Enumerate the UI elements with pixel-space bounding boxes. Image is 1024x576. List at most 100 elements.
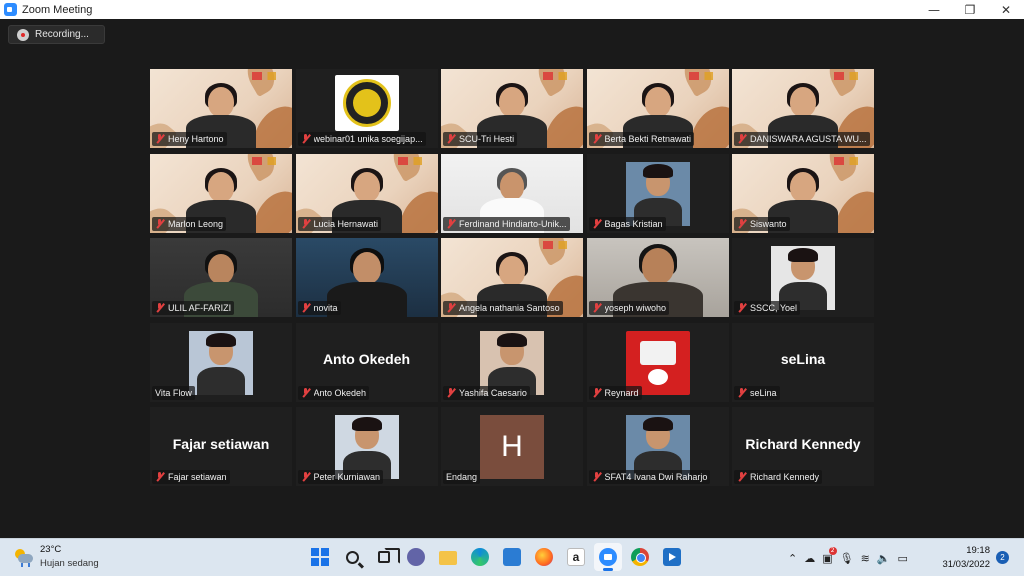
participant-tile[interactable]: Angela nathania Santoso (441, 238, 583, 317)
participant-name-label: Marlon Leong (152, 216, 227, 231)
onedrive-icon[interactable]: ☁ (804, 552, 815, 565)
chrome-button[interactable] (626, 543, 654, 571)
participant-tile[interactable]: Marlon Leong (150, 153, 292, 233)
participant-name: Bagas Kristian (604, 218, 663, 229)
minimize-button[interactable]: — (916, 0, 952, 19)
participant-name-label: Ferdinand Hindiarto-Unik... (443, 216, 570, 231)
weather-widget[interactable]: 23°C Hujan sedang (14, 544, 99, 569)
participant-tile[interactable]: Yashifa Caesario (441, 322, 583, 402)
maximize-button[interactable]: ❐ (952, 0, 988, 19)
mic-muted-icon (592, 218, 601, 229)
battery-icon[interactable]: ▭ (898, 552, 908, 565)
participant-name: SFAT4 Ivana Dwi Raharjo (604, 472, 708, 482)
folder-icon (439, 551, 457, 565)
participant-avatar-image (625, 330, 690, 395)
search-button[interactable] (338, 543, 366, 571)
participant-tile[interactable]: Ferdinand Hindiarto-Unik... (441, 153, 583, 233)
participant-name-label: Anto Okedeh (297, 385, 370, 400)
mic-muted-icon (446, 218, 455, 229)
participant-tile[interactable]: novita (295, 238, 438, 317)
mic-muted-icon (301, 472, 310, 482)
participant-name: Lucia Hernawati (313, 218, 379, 229)
participant-tile[interactable]: Reynard (586, 322, 729, 402)
participant-tile[interactable]: Heny Hartono (150, 69, 292, 148)
participant-name-label: Yashifa Caesario (443, 385, 530, 400)
screen-app-icon (663, 548, 681, 566)
notification-badge[interactable]: 2 (996, 551, 1009, 564)
participant-tile[interactable]: Bagas Kristian (586, 153, 729, 233)
recording-icon (17, 28, 29, 41)
chevron-up-icon[interactable]: ⌃ (788, 552, 797, 565)
close-button[interactable]: ✕ (988, 0, 1024, 19)
chrome-icon (631, 548, 649, 566)
participant-tile[interactable]: DANISWARA AGUSTA WU... (732, 69, 874, 148)
taskbar: 23°C Hujan sedang a ⌃ ☁ ▣ 2 🎙 ≋ 🔈 ▭ 19:1… (0, 538, 1024, 576)
participant-name: novita (313, 303, 338, 313)
mic-muted-icon (155, 472, 164, 482)
mic-muted-icon (155, 218, 164, 229)
mic-muted-icon (155, 134, 164, 144)
participant-tile[interactable]: H Endang (441, 407, 583, 486)
participant-video (189, 330, 253, 395)
edge-button[interactable] (466, 543, 494, 571)
participant-name-label: Reynard (588, 385, 642, 400)
participant-name: ULIL AF-FARIZI (168, 303, 232, 313)
participant-name-label: SCU-Tri Hesti (443, 132, 518, 146)
participant-tile[interactable]: SCU-Tri Hesti (441, 69, 583, 148)
volume-icon[interactable]: 🔈 (877, 552, 891, 565)
participant-tile[interactable]: Siswanto (732, 153, 874, 233)
participant-tile[interactable]: SFAT4 Ivana Dwi Raharjo (586, 407, 729, 486)
participant-name: Fajar setiawan (168, 472, 227, 482)
participant-name-label: Endang (443, 470, 481, 484)
participant-name: Yashifa Caesario (459, 387, 527, 398)
participant-name-label: Heny Hartono (152, 132, 227, 146)
clock-date: 31/03/2022 (942, 559, 990, 570)
clock-time: 19:18 (966, 545, 990, 556)
participant-tile[interactable]: SSCC, Yoel (732, 238, 874, 317)
participant-tile[interactable]: Lucia Hernawati (295, 153, 438, 233)
participant-tile[interactable]: Peter Kurniawan (295, 407, 438, 486)
zoom-taskbar-button[interactable] (594, 543, 622, 571)
recording-label: Recording... (35, 29, 89, 40)
weather-icon (14, 548, 34, 568)
participant-tile[interactable]: Anto Okedeh Anto Okedeh (295, 322, 438, 402)
mic-muted-icon (737, 472, 746, 482)
participant-tile[interactable]: Berta Bekti Retnawati (586, 69, 729, 148)
participant-name: Anto Okedeh (313, 387, 367, 398)
wifi-icon[interactable]: ≋ (861, 552, 870, 565)
participant-tile[interactable]: Richard Kennedy Richard Kennedy (732, 407, 874, 486)
participant-name-label: SSCC, Yoel (734, 301, 801, 315)
participant-tile[interactable]: webinar01 unika soegijap... (295, 69, 438, 148)
task-view-button[interactable] (370, 543, 400, 571)
firefox-button[interactable] (530, 543, 558, 571)
mic-muted-icon (737, 387, 746, 398)
participant-tile[interactable]: Fajar setiawan Fajar setiawan (150, 407, 292, 486)
participant-name-label: DANISWARA AGUSTA WU... (734, 132, 870, 146)
participant-display-name: seLina (780, 350, 826, 367)
participant-tile[interactable]: ULIL AF-FARIZI (150, 238, 292, 317)
clock[interactable]: 19:18 31/03/2022 (938, 545, 990, 570)
chat-icon (407, 548, 425, 566)
participant-name: Peter Kurniawan (313, 472, 381, 482)
start-button[interactable] (306, 543, 334, 571)
university-seal-image (334, 75, 399, 131)
app-tray-icon[interactable]: ▣ 2 (822, 546, 837, 565)
participant-name-label: Richard Kennedy (734, 470, 823, 484)
participant-name-label: webinar01 unika soegijap... (297, 132, 426, 146)
mic-muted-icon (155, 303, 164, 313)
chat-button[interactable] (402, 543, 430, 571)
store-button[interactable] (498, 543, 526, 571)
file-explorer-button[interactable] (434, 543, 462, 571)
amazon-button[interactable]: a (562, 543, 590, 571)
participant-tile[interactable]: yoseph wiwoho (586, 238, 729, 317)
recording-indicator[interactable]: Recording... (8, 25, 105, 44)
participant-name: Siswanto (750, 218, 787, 229)
screen-app-button[interactable] (658, 543, 686, 571)
participant-tile[interactable]: seLina seLina (732, 322, 874, 402)
microphone-icon[interactable]: 🎙 (840, 552, 854, 565)
participant-name-label: Berta Bekti Retnawati (588, 132, 695, 146)
participant-tile[interactable]: Vita Flow (150, 322, 292, 402)
participant-video (625, 161, 690, 226)
gallery-grid: Heny Hartono webinar01 unika soegijap... (150, 69, 874, 486)
participant-name: Angela nathania Santoso (459, 303, 560, 313)
